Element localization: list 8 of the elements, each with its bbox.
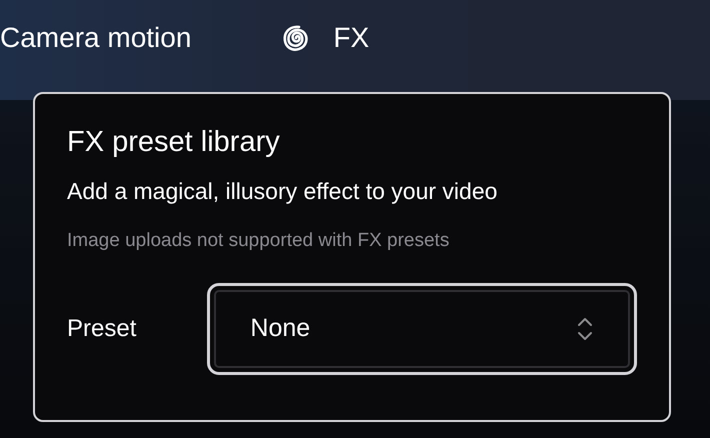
preset-label: Preset bbox=[67, 314, 138, 344]
tab[interactable]: Camera motion bbox=[0, 20, 192, 56]
preset-select[interactable]: None bbox=[207, 283, 637, 375]
popover-title: FX preset library bbox=[67, 125, 281, 160]
note-text: Image uploads not supported with FX presets bbox=[67, 229, 450, 253]
tab[interactable]: FX bbox=[279, 20, 370, 56]
popover-description: Add a magical, illusory effect to your video bbox=[67, 177, 498, 206]
chevron-up-down-icon bbox=[576, 316, 594, 342]
